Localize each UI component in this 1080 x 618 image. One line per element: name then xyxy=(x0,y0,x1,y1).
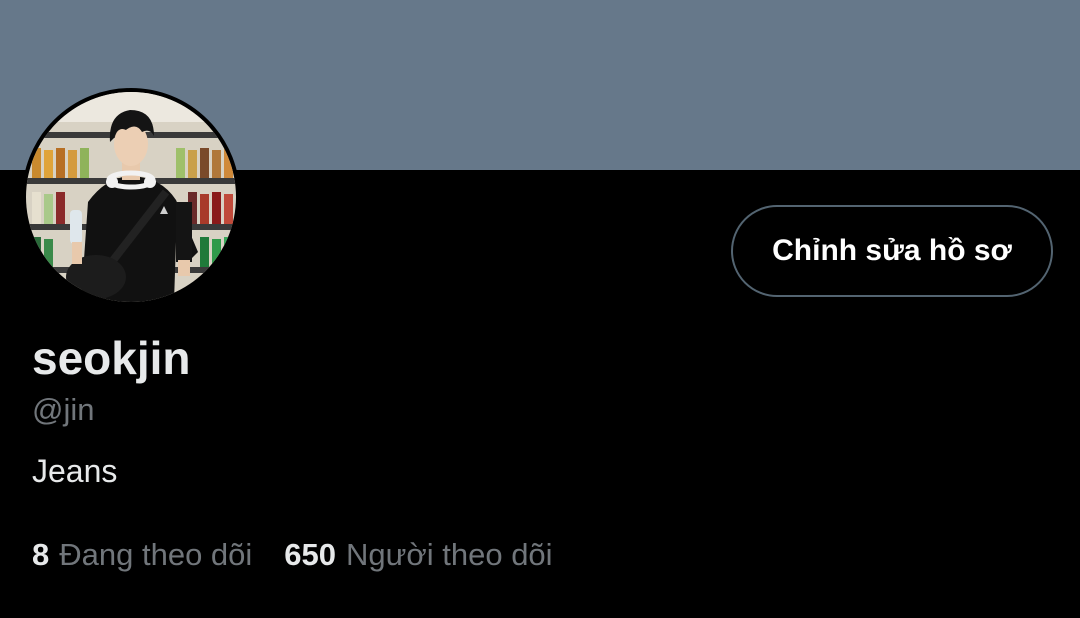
followers-count: 650 xyxy=(284,537,337,572)
following-count: 8 xyxy=(32,537,50,572)
profile-bio: Jeans xyxy=(32,453,118,489)
edit-profile-button[interactable]: Chỉnh sửa hồ sơ xyxy=(731,205,1053,297)
followers-label: Người theo dõi xyxy=(346,537,553,572)
display-name: seokjin xyxy=(32,332,191,384)
follow-stats: 8 Đang theo dõi 650 Người theo dõi xyxy=(32,536,553,574)
avatar[interactable] xyxy=(22,88,240,306)
avatar-photo xyxy=(26,92,236,302)
followers-link[interactable]: 650 Người theo dõi xyxy=(284,536,552,574)
following-label: Đang theo dõi xyxy=(59,537,253,572)
user-handle: @jin xyxy=(32,392,95,427)
following-link[interactable]: 8 Đang theo dõi xyxy=(32,536,252,574)
profile-screen: Chỉnh sửa hồ sơ seokjin @jin Jeans 8 Đan… xyxy=(0,0,1080,618)
